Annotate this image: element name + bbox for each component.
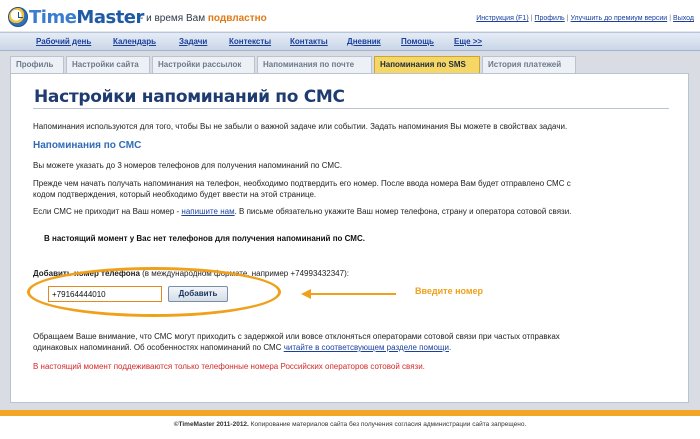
instruction-link[interactable]: Инструкция (F1)	[476, 15, 528, 22]
tab-site-settings[interactable]: Настройки сайта	[66, 56, 150, 73]
separator: |	[566, 15, 569, 22]
nav-item-tasks[interactable]: Задачи	[179, 37, 207, 46]
separator: |	[530, 15, 533, 22]
delay-warning-line2: одинаковых напоминаний. Об особенностях …	[33, 342, 451, 353]
confirm-text-line2: кодом подтверждения, который необходимо …	[33, 190, 317, 199]
nav-item-contacts[interactable]: Контакты	[290, 37, 328, 46]
tagline: - и время Вам подвластно	[140, 13, 267, 24]
delay-warning-suffix: .	[448, 343, 452, 352]
top-links: Инструкция (F1) | Профиль | Улучшить до прем…	[476, 15, 694, 22]
contact-text-prefix: Если СМС не приходит на Ваш номер -	[33, 207, 182, 216]
section-heading: Напоминания по СМС	[33, 140, 142, 151]
logo-master-text: Master	[76, 6, 144, 28]
clock-logo-icon	[8, 7, 28, 27]
contact-text: Если СМС не приходит на Ваш номер - напи…	[33, 206, 571, 217]
main-nav: Рабочий день Календарь Задачи Контексты …	[0, 32, 700, 51]
logout-link[interactable]: Выход	[673, 15, 694, 22]
add-button[interactable]: Добавить	[168, 286, 228, 302]
no-phones-notice: В настоящий момент у Вас нет телефонов д…	[44, 234, 365, 243]
tab-payment-history[interactable]: История платежей	[482, 56, 576, 73]
content-panel: Настройки напоминаний по СМС Напоминания…	[10, 73, 689, 403]
tagline-emphasis: подвластно	[207, 13, 267, 24]
delay-warning-line1: Обращаем Ваше внимание, что СМС могут пр…	[33, 332, 560, 341]
nav-item-contexts[interactable]: Контексты	[229, 37, 271, 46]
intro-text: Напоминания используются для того, чтобы…	[33, 122, 568, 131]
profile-link[interactable]: Профиль	[534, 15, 564, 22]
russian-operators-note: В настоящий момент поддеживаются только …	[33, 362, 425, 371]
nav-item-more[interactable]: Еще >>	[454, 37, 482, 46]
footer-brand: ©TimeMaster 2011-2012.	[173, 421, 249, 428]
footer-copyright: Копирование материалов сайта без получен…	[248, 421, 527, 428]
help-section-link[interactable]: читайте в соответсвующем разделе помощи	[284, 343, 449, 352]
separator: |	[669, 15, 672, 22]
footer: ©TimeMaster 2011-2012. Копирование матер…	[0, 416, 700, 439]
tab-profile[interactable]: Профиль	[10, 56, 64, 73]
tab-sms-reminders[interactable]: Напоминания по SMS	[374, 56, 480, 74]
tab-email-reminders[interactable]: Напоминания по почте	[257, 56, 372, 73]
logo-time-text: Time	[29, 6, 77, 28]
phone-input[interactable]	[48, 286, 162, 302]
nav-item-workday[interactable]: Рабочий день	[36, 37, 91, 46]
tab-mailing-settings[interactable]: Настройки рассылок	[152, 56, 255, 73]
logo[interactable]: Time Master	[8, 6, 144, 28]
arrow-left-icon	[301, 289, 396, 299]
write-us-link[interactable]: напишите нам	[181, 207, 234, 216]
nav-item-diary[interactable]: Дневник	[347, 37, 381, 46]
phone-limit-text: Вы можете указать до 3 номеров телефонов…	[33, 161, 343, 170]
upgrade-link[interactable]: Улучшить до премиум версии	[571, 15, 668, 22]
enter-number-hint: Введите номер	[415, 286, 484, 296]
tagline-prefix: - и время Вам	[140, 13, 208, 24]
nav-item-help[interactable]: Помощь	[401, 37, 434, 46]
nav-item-calendar[interactable]: Календарь	[113, 37, 156, 46]
contact-text-suffix: . В письме обязательно укажите Ваш номер…	[234, 207, 572, 216]
delay-warning-prefix: одинаковых напоминаний. Об особенностях …	[33, 343, 284, 352]
page-title: Настройки напоминаний по СМС	[34, 87, 345, 107]
confirm-text-line1: Прежде чем начать получать напоминания н…	[33, 179, 571, 188]
header: Time Master - и время Вам подвластно Инст…	[0, 0, 700, 32]
title-divider	[33, 108, 669, 109]
